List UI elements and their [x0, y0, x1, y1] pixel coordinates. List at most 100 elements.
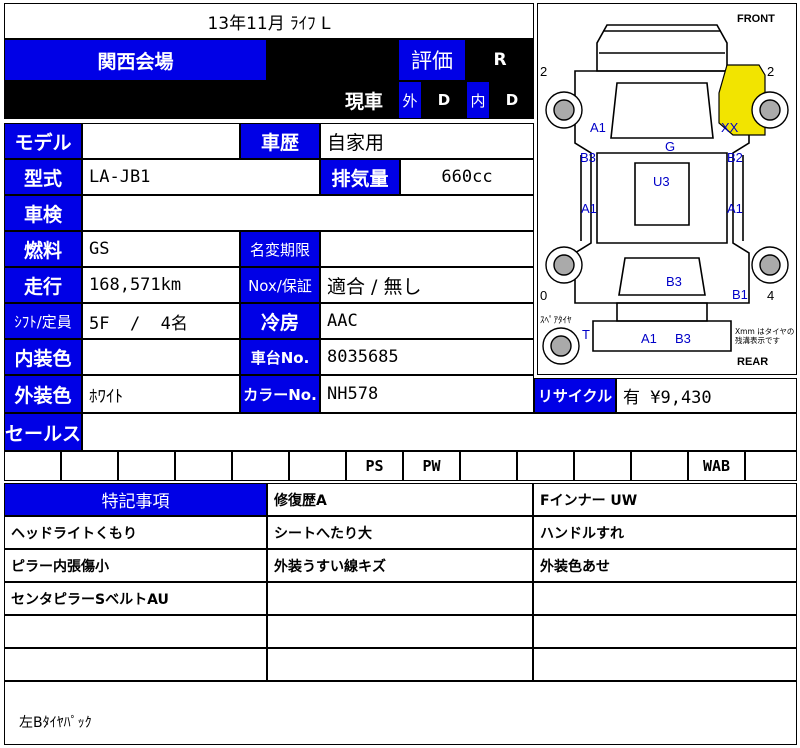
mark-a1-bumper: A1 [641, 331, 657, 346]
name-change-value [320, 231, 534, 267]
fuel-value: GS [82, 231, 240, 267]
chassis-value: 8035685 [320, 339, 534, 375]
equipment-cell [118, 451, 175, 481]
fuel-label: 燃料 [4, 231, 82, 267]
note-cell [533, 648, 797, 681]
mark-b3-bumper: B3 [675, 331, 691, 346]
mileage-value: 168,571km [82, 267, 240, 303]
recycle-label: リサイクル [534, 378, 616, 413]
note-cell [267, 615, 533, 648]
spare-label: ｽﾍﾟｱﾀｲﾔ [540, 315, 572, 325]
history-label: 車歴 [240, 123, 320, 159]
tire-rl-depth: 0 [540, 288, 547, 303]
model-value [82, 123, 240, 159]
name-change-label: 名変期限 [240, 231, 320, 267]
note-cell: シートへたり大 [267, 516, 533, 549]
mark-b3-left: B3 [580, 150, 596, 165]
vehicle-title: 13年11月 ﾗｲﾌ L [4, 3, 534, 39]
note-cell: 外装色あせ [533, 549, 797, 582]
damage-diagram: FRONT REAR 2 2 0 4 ｽﾍﾟｱﾀｲﾔ T Xmm はタイヤの 残… [537, 3, 797, 375]
outer-label: 外 [398, 81, 422, 119]
inner-label: 内 [466, 81, 490, 119]
gensha-label: 現車 [267, 81, 398, 119]
color-no-value: NH578 [320, 375, 534, 413]
mark-g: G [665, 139, 675, 154]
header-blank-2 [4, 81, 267, 119]
note-cell: Fインナー UW [533, 483, 797, 516]
mileage-label: 走行 [4, 267, 82, 303]
displacement-value: 660cc [400, 159, 534, 195]
ac-label: 冷房 [240, 303, 320, 339]
ac-value: AAC [320, 303, 534, 339]
note-cell [533, 582, 797, 615]
note-cell [4, 648, 267, 681]
note-cell [533, 615, 797, 648]
chassis-label: 車台No. [240, 339, 320, 375]
note-cell: 修復歴A [267, 483, 533, 516]
tire-fr-depth: 2 [767, 64, 774, 79]
grade-label: 評価 [398, 39, 466, 81]
sales-label: セールス [4, 413, 82, 451]
equipment-cell [745, 451, 797, 481]
nox-value: 適合 / 無し [320, 267, 534, 303]
equipment-ps: PS [346, 451, 403, 481]
equipment-cell [232, 451, 289, 481]
note-cell [4, 615, 267, 648]
exterior-color-label: 外装色 [4, 375, 82, 413]
nox-label: Nox/保証 [240, 267, 320, 303]
note-cell: ヘッドライトくもり [4, 516, 267, 549]
mark-b2-right: B2 [727, 150, 743, 165]
equipment-cell [460, 451, 517, 481]
mark-b1: B1 [732, 287, 748, 302]
equipment-cell [631, 451, 688, 481]
equipment-cell [574, 451, 631, 481]
equipment-cell [61, 451, 118, 481]
tire-fl-depth: 2 [540, 64, 547, 79]
note-cell: センタピラーSベルトAU [4, 582, 267, 615]
history-value: 自家用 [320, 123, 534, 159]
recycle-value: 有 ¥9,430 [616, 378, 797, 413]
grade-value: R [466, 39, 534, 81]
equipment-cell [175, 451, 232, 481]
mark-u3: U3 [653, 174, 670, 189]
outer-grade: D [422, 81, 466, 119]
front-label: FRONT [737, 13, 775, 25]
note-cell: ハンドルすれ [533, 516, 797, 549]
footer-note: 左Bﾀｲﾔﾊﾟｯｸ [4, 681, 797, 745]
interior-color-value [82, 339, 240, 375]
tire-rr-depth: 4 [767, 288, 774, 303]
type-value: LA-JB1 [82, 159, 320, 195]
mark-xx: XX [721, 120, 739, 135]
note-cell: ピラー内張傷小 [4, 549, 267, 582]
mark-b3-rear: B3 [666, 274, 682, 289]
venue-label: 関西会場 [4, 39, 267, 81]
note-cell [267, 582, 533, 615]
model-label: モデル [4, 123, 82, 159]
mark-a1-left: A1 [581, 201, 597, 216]
color-no-label: カラーNo. [240, 375, 320, 413]
equipment-cell [289, 451, 346, 481]
inspection-label: 車検 [4, 195, 82, 231]
interior-color-label: 内装色 [4, 339, 82, 375]
equipment-pw: PW [403, 451, 460, 481]
type-label: 型式 [4, 159, 82, 195]
inner-grade: D [490, 81, 534, 119]
diagram-frame [537, 3, 797, 375]
exterior-color-value: ﾎﾜｲﾄ [82, 375, 240, 413]
mark-a1-right: A1 [727, 201, 743, 216]
notes-title: 特記事項 [4, 483, 267, 516]
header-blank-1 [267, 39, 398, 81]
equipment-cell [517, 451, 574, 481]
equipment-cell [4, 451, 61, 481]
shift-label: ｼﾌﾄ/定員 [4, 303, 82, 339]
note-cell: 外装うすい線キズ [267, 549, 533, 582]
rear-label: REAR [737, 356, 768, 368]
shift-value: 5F / 4名 [82, 303, 240, 339]
equipment-row: PS PW WAB [4, 451, 797, 481]
sales-value [82, 413, 797, 451]
equipment-wab: WAB [688, 451, 745, 481]
displacement-label: 排気量 [320, 159, 400, 195]
inspection-value [82, 195, 534, 231]
spare-mark: T [582, 327, 590, 342]
note-cell [267, 648, 533, 681]
